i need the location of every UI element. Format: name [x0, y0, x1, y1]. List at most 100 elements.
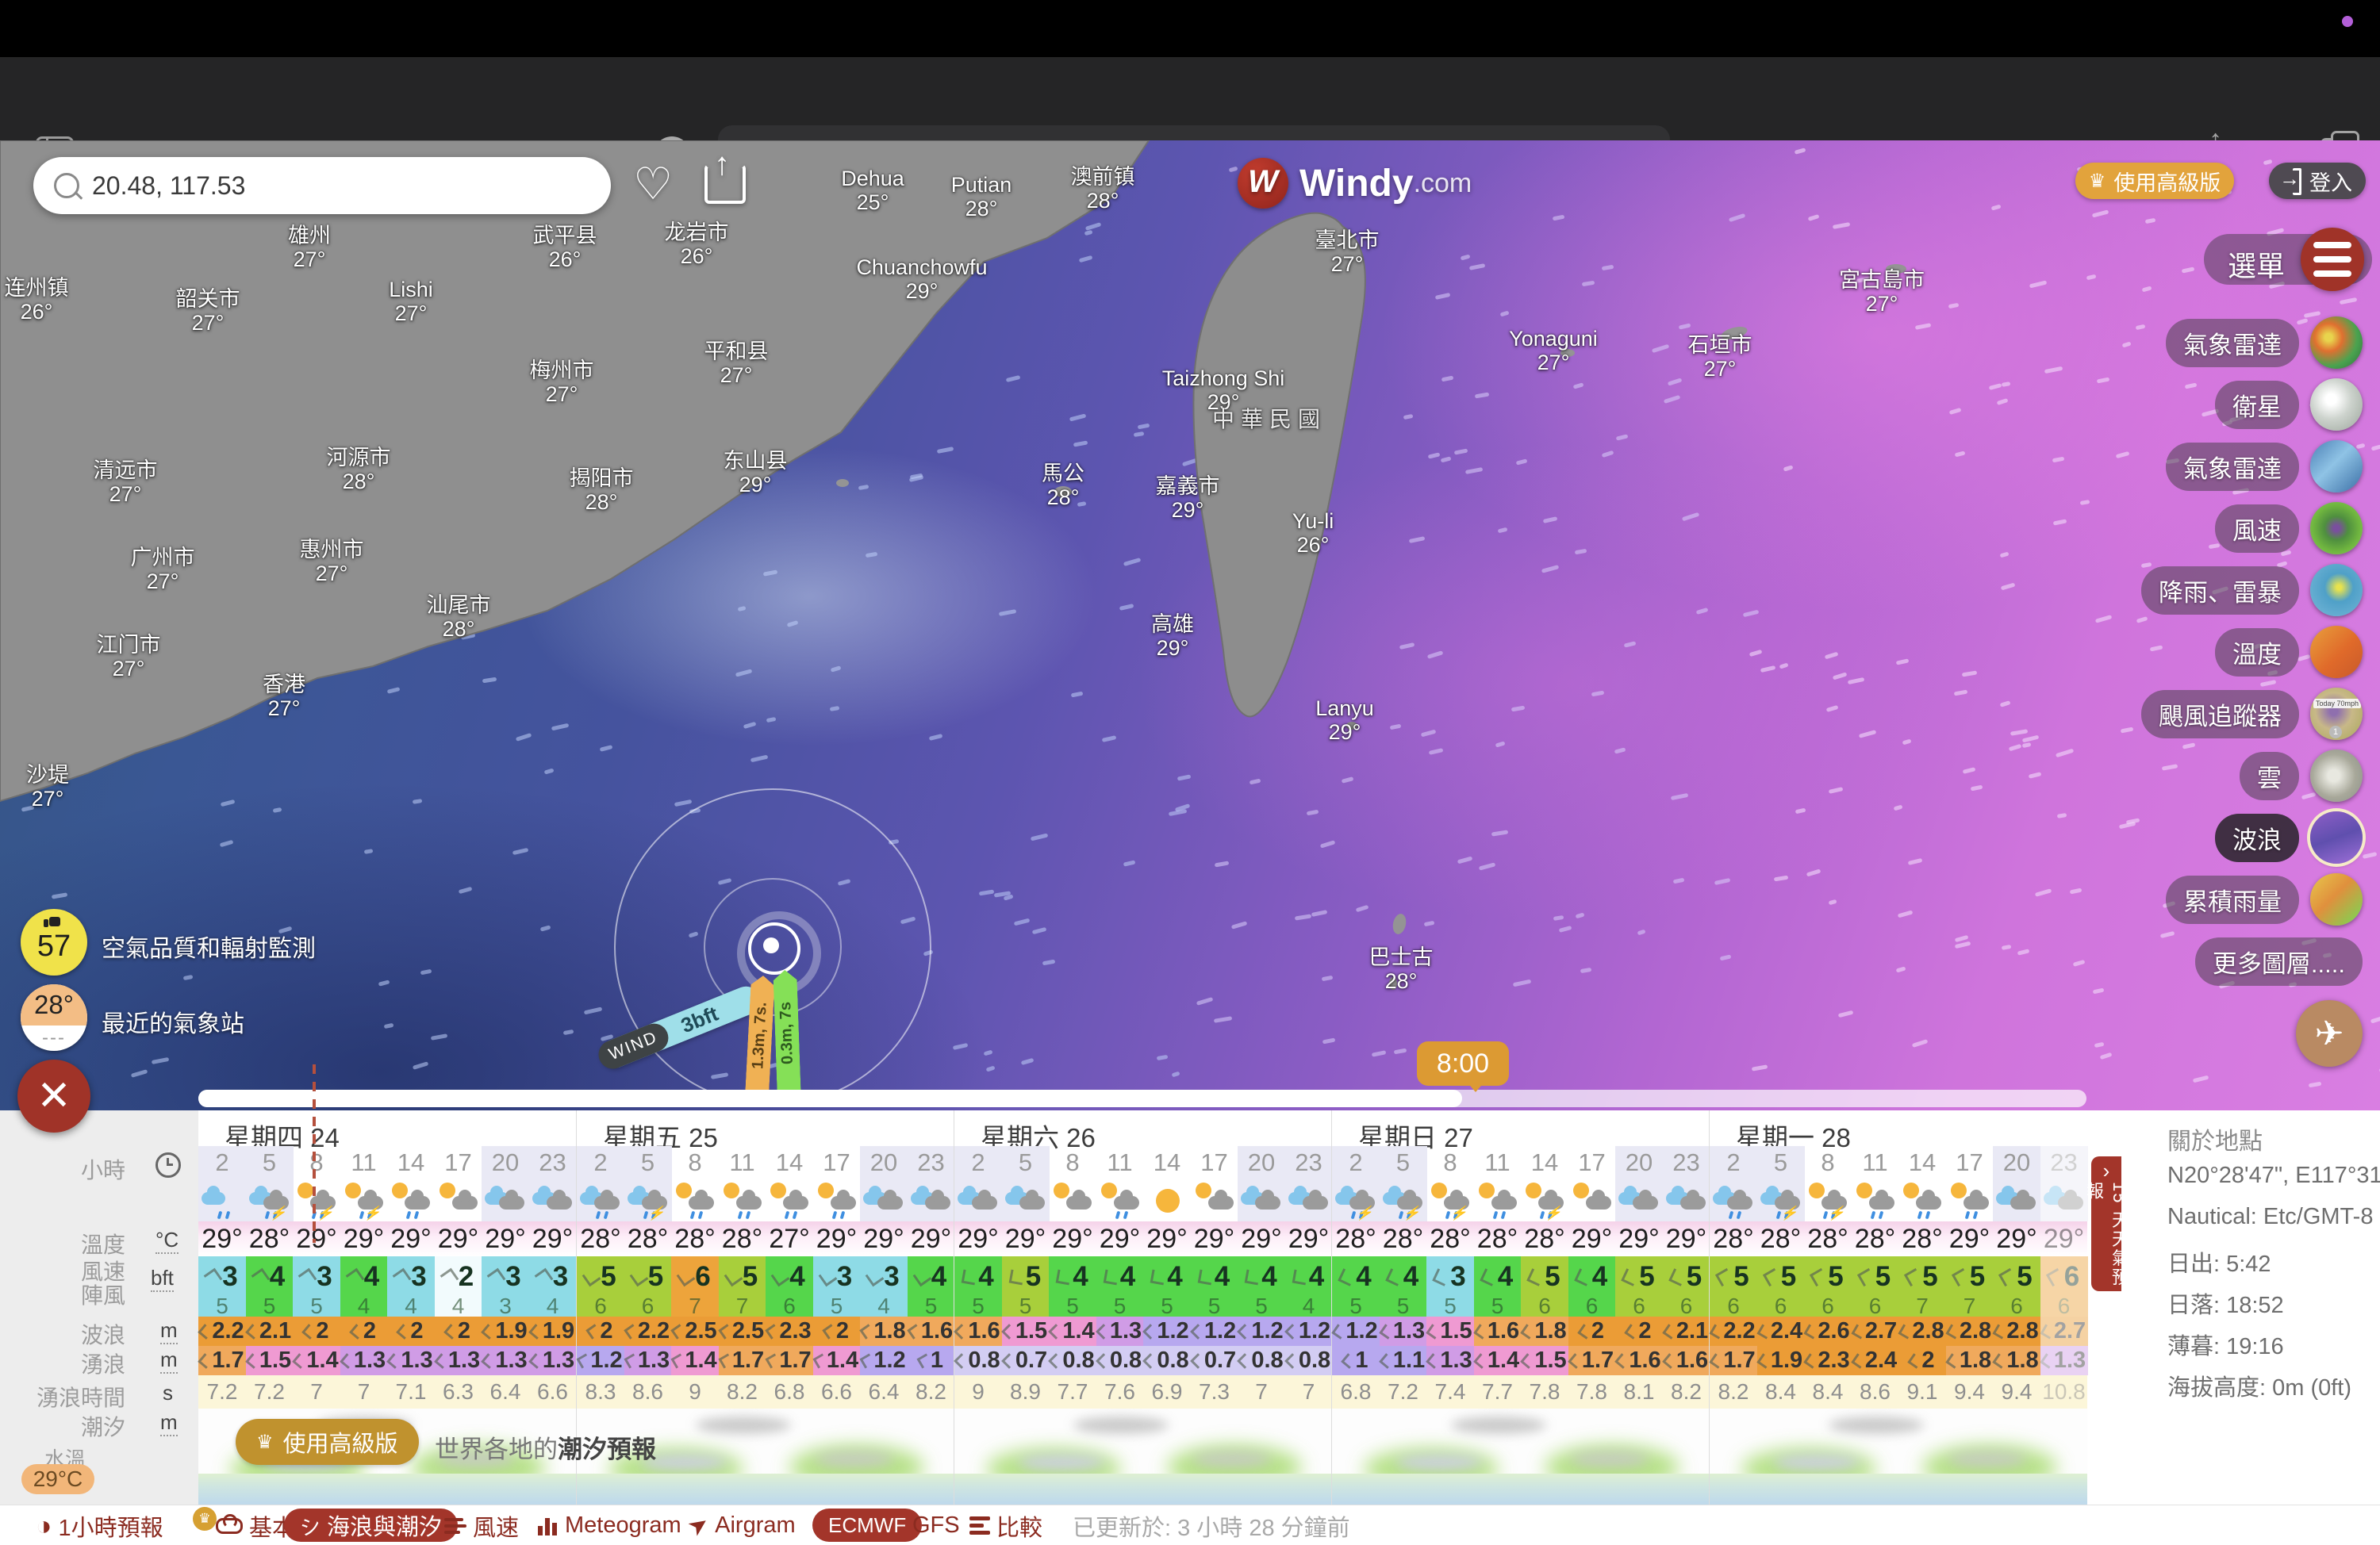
- search-input[interactable]: 20.48, 117.53: [92, 171, 245, 201]
- forecast-column[interactable]: 2329°451.618.2: [908, 1146, 955, 1505]
- swell-direction-arrow: [1908, 1353, 1923, 1368]
- forecast-column[interactable]: 828°672.51.49: [671, 1146, 719, 1505]
- layer-item-10[interactable]: 更多圖層.....: [2195, 930, 2363, 992]
- swell-direction-arrow: [292, 1353, 308, 1369]
- forecast-column[interactable]: 229°451.60.89: [954, 1146, 1002, 1505]
- tab-airgram[interactable]: ➤ Airgram: [689, 1505, 796, 1545]
- tab-meteogram[interactable]: Meteogram: [538, 1505, 681, 1545]
- weather-station-badge[interactable]: 28° ---: [21, 984, 87, 1051]
- wind-cell: 45: [1238, 1256, 1285, 1317]
- flight-mode-button[interactable]: ✈: [2296, 1000, 2363, 1067]
- temp-cell: 28°: [1380, 1221, 1427, 1256]
- tide-premium-button[interactable]: ♛ 使用高級版: [236, 1419, 419, 1465]
- picker-center-dot[interactable]: [763, 937, 779, 953]
- layer-item-2[interactable]: 氣象雷達: [2166, 435, 2363, 497]
- forecast-column[interactable]: 2029°451.20.87: [1238, 1146, 1285, 1505]
- hour-cell: 14: [1898, 1146, 1946, 1179]
- temp-layer-thumbnail: [2310, 626, 2363, 678]
- layer-item-3[interactable]: 風速: [2215, 497, 2363, 559]
- layer-item-0[interactable]: 氣象雷達: [2166, 312, 2363, 374]
- wave-direction-arrow: [1096, 1324, 1111, 1340]
- forecast-column[interactable]: 2329°562.11.68.2: [1663, 1146, 1710, 1505]
- model-gfs[interactable]: GFS: [912, 1505, 960, 1545]
- forecast-column[interactable]: 2⚡28°451.216.8: [1332, 1146, 1380, 1505]
- forecast-column[interactable]: 1128°451.61.47.7: [1474, 1146, 1522, 1505]
- wave-cell: 1.9: [529, 1317, 577, 1346]
- forecast-column[interactable]: 2029°5621.68.1: [1615, 1146, 1663, 1505]
- map-label: 澳前镇28°: [1071, 165, 1135, 213]
- tab-basic[interactable]: 基本: [216, 1505, 295, 1545]
- layer-item-4[interactable]: 降雨、雷暴: [2141, 559, 2363, 621]
- forecast-column[interactable]: 529°551.50.78.9: [1002, 1146, 1050, 1505]
- swell-period-cell: 7.4: [1426, 1375, 1474, 1409]
- wave-cell: 2.6: [1804, 1317, 1852, 1346]
- tab-waves-tides[interactable]: シ 海浪與潮汐: [284, 1509, 458, 1542]
- forecast-column[interactable]: 8⚡28°351.51.37.4: [1426, 1146, 1474, 1505]
- forecast-column[interactable]: 1129°451.30.87.6: [1096, 1146, 1144, 1505]
- search-box[interactable]: 20.48, 117.53: [33, 157, 611, 214]
- wave-direction-arrow: [624, 1324, 639, 1339]
- layer-item-7[interactable]: 雲: [2240, 745, 2363, 807]
- model-ecmwf[interactable]: ECMWF: [812, 1509, 922, 1542]
- weather-map[interactable]: Dehua25°Putian28°澳前镇28°雄州27°武平县26°龙岩市26°…: [0, 140, 2380, 1110]
- forecast-column[interactable]: 1428°572.829.1: [1898, 1146, 1946, 1505]
- layer-item-5[interactable]: 溫度: [2215, 621, 2363, 683]
- layer-item-6[interactable]: 颶風追蹤器Today 70mph1: [2141, 683, 2363, 745]
- clouds-layer-thumbnail: [2310, 749, 2363, 802]
- hamburger-menu-button[interactable]: [2301, 228, 2364, 291]
- favorite-icon[interactable]: ♡: [633, 158, 673, 210]
- forecast-column[interactable]: 5⚡28°562.41.98.4: [1757, 1146, 1805, 1505]
- windy-logo[interactable]: W Windy .com: [1238, 158, 1472, 209]
- forecast-column[interactable]: 2329°441.20.87: [1285, 1146, 1333, 1505]
- forecast-column[interactable]: 1429°451.20.86.9: [1143, 1146, 1191, 1505]
- layer-item-9[interactable]: 累積雨量: [2166, 868, 2363, 930]
- timeline-scrubber[interactable]: [198, 1090, 2086, 1107]
- time-bubble[interactable]: 8:00: [1417, 1041, 1509, 1086]
- forecast-column[interactable]: 228°562.21.78.2: [1710, 1146, 1757, 1505]
- hourly-forecast-toggle[interactable]: ◑ 1小時預報: [36, 1505, 163, 1545]
- weather-icon: ⚡: [293, 1179, 340, 1221]
- weather-icon: [1946, 1179, 1994, 1221]
- layer-label: 雲: [2240, 752, 2299, 800]
- forecast-column[interactable]: 1128°562.72.48.6: [1852, 1146, 1899, 1505]
- hour-cell: 23: [2040, 1146, 2088, 1179]
- wind-direction-arrow: [866, 1267, 885, 1286]
- forecast-column[interactable]: 2029°562.81.89.4: [1993, 1146, 2040, 1505]
- forecast-column[interactable]: 1729°451.20.77.3: [1191, 1146, 1238, 1505]
- forecast-column[interactable]: 1729°572.81.89.4: [1946, 1146, 1994, 1505]
- wave-cell: 1.3: [1380, 1317, 1427, 1346]
- wave-cell: 2: [1615, 1317, 1663, 1346]
- wind-cell: 35: [293, 1256, 340, 1317]
- menu-label: 選單: [2228, 243, 2285, 285]
- forecast-column[interactable]: 1427°462.31.76.8: [766, 1146, 813, 1505]
- swell-cell: 1.3: [624, 1346, 672, 1375]
- forecast-column[interactable]: 2029°341.81.26.4: [860, 1146, 908, 1505]
- layer-item-1[interactable]: 衛星: [2215, 374, 2363, 435]
- close-forecast-button[interactable]: ✕: [17, 1060, 90, 1133]
- swell-cell: 1.3: [2040, 1346, 2088, 1375]
- weather-icon: [1993, 1179, 2040, 1221]
- layer-label: 氣象雷達: [2166, 319, 2299, 367]
- layer-item-8[interactable]: 波浪: [2215, 807, 2363, 868]
- menu-bar: [0, 0, 2380, 57]
- forecast-column[interactable]: 14⚡28°561.81.57.8: [1521, 1146, 1568, 1505]
- login-button[interactable]: 登入: [2269, 163, 2366, 199]
- air-quality-badge[interactable]: 57: [21, 909, 87, 976]
- temp-cell: 29°: [1946, 1221, 1994, 1256]
- forecast-column[interactable]: 1729°4621.77.8: [1568, 1146, 1616, 1505]
- wind-cell: 45: [954, 1256, 1002, 1317]
- map-label: Lishi27°: [389, 278, 433, 325]
- forecast-column[interactable]: 8⚡28°562.62.38.4: [1804, 1146, 1852, 1505]
- forecast-column[interactable]: 1729°3521.46.6: [813, 1146, 861, 1505]
- forecast-column[interactable]: 829°451.40.87.7: [1049, 1146, 1096, 1505]
- forecast-column[interactable]: 1128°572.51.78.2: [719, 1146, 766, 1505]
- tab-compare[interactable]: 比較: [969, 1505, 1042, 1545]
- wave-direction-arrow: [1993, 1324, 2008, 1339]
- forecast-column[interactable]: 5⚡28°451.31.17.2: [1380, 1146, 1427, 1505]
- map-label: 馬公28°: [1042, 462, 1084, 509]
- export-icon[interactable]: [704, 164, 746, 204]
- tab-wind[interactable]: 風速: [444, 1505, 519, 1545]
- wind-direction-arrow: [1197, 1269, 1213, 1285]
- fifteen-day-forecast-ribbon[interactable]: › 15 天天氣預報: [2091, 1156, 2121, 1291]
- premium-button[interactable]: ♛ 使用高級版: [2075, 163, 2234, 199]
